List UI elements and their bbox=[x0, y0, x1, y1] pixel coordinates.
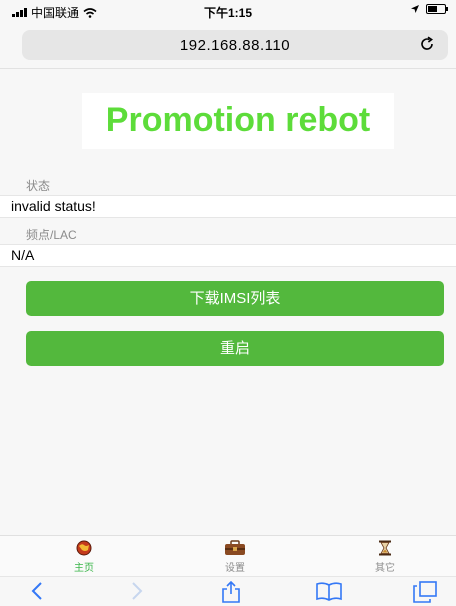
tabs-icon[interactable] bbox=[412, 581, 438, 603]
status-value: invalid status! bbox=[11, 198, 96, 214]
status-label: 状态 bbox=[26, 179, 51, 193]
bookmarks-icon[interactable] bbox=[315, 581, 343, 601]
tab-other-label: 其它 bbox=[375, 563, 395, 574]
download-imsi-button[interactable]: 下载IMSI列表 bbox=[26, 281, 444, 316]
reload-icon[interactable] bbox=[418, 35, 436, 53]
lac-label: 频点/LAC bbox=[26, 228, 77, 242]
url-text[interactable]: 192.168.88.110 bbox=[22, 37, 448, 54]
status-bar: 中国联通 下午1:15 bbox=[0, 0, 456, 22]
share-icon[interactable] bbox=[221, 581, 241, 603]
banner: Promotion rebot bbox=[82, 93, 394, 149]
home-globe-icon bbox=[76, 540, 92, 556]
page-content: Promotion rebot 状态 invalid status! 频点/LA… bbox=[0, 68, 456, 536]
status-value-row: invalid status! bbox=[0, 195, 456, 218]
battery-icon bbox=[426, 4, 448, 14]
address-bar[interactable]: 192.168.88.110 bbox=[22, 30, 448, 60]
tab-bar: 主页 设置 其它 bbox=[0, 535, 456, 577]
back-icon[interactable] bbox=[30, 581, 44, 601]
lac-value: N/A bbox=[11, 247, 35, 263]
forward-icon[interactable] bbox=[130, 581, 144, 601]
status-time: 下午1:15 bbox=[203, 6, 253, 20]
location-arrow-icon bbox=[411, 5, 419, 13]
browser-toolbar bbox=[0, 576, 456, 606]
status-bar-right bbox=[410, 4, 448, 14]
tab-other[interactable]: 其它 bbox=[355, 540, 415, 574]
lac-value-row: N/A bbox=[0, 244, 456, 267]
tab-settings-label: 设置 bbox=[225, 563, 245, 574]
banner-title: Promotion rebot bbox=[105, 101, 371, 139]
hourglass-icon bbox=[379, 540, 391, 556]
tab-home-label: 主页 bbox=[74, 563, 94, 574]
tab-home[interactable]: 主页 bbox=[54, 540, 114, 574]
tab-settings[interactable]: 设置 bbox=[205, 540, 265, 574]
restart-button[interactable]: 重启 bbox=[26, 331, 444, 366]
toolbox-icon bbox=[225, 540, 245, 555]
